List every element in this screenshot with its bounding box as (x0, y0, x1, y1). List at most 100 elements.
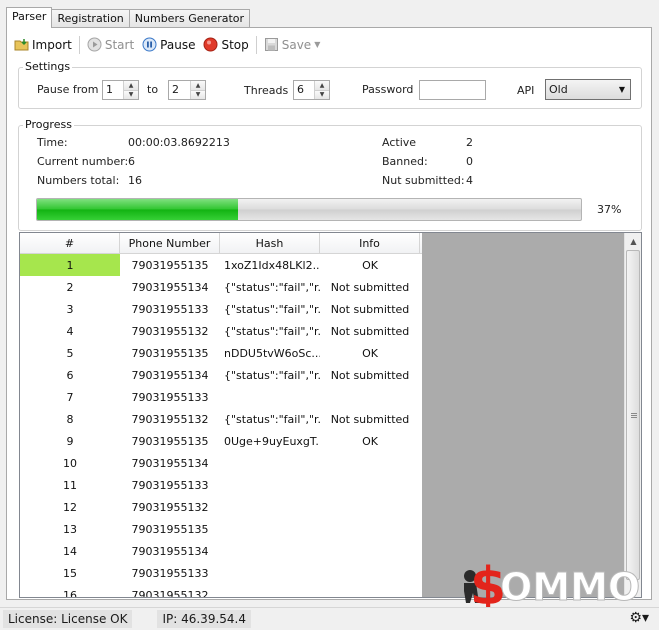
hash-cell[interactable] (220, 562, 320, 584)
info-cell[interactable] (320, 496, 420, 518)
row-index-cell[interactable]: 6 (20, 364, 120, 386)
hash-cell[interactable]: nDDU5tvW6oSc... (220, 342, 320, 364)
column-header[interactable]: Phone Number (120, 233, 220, 254)
spin-down-icon[interactable]: ▼ (124, 90, 138, 99)
phone-number-cell[interactable]: 79031955133 (120, 474, 220, 496)
table-row[interactable]: 8 79031955132 {"status":"fail","r... Not su… (20, 408, 422, 430)
phone-number-cell[interactable]: 79031955135 (120, 518, 220, 540)
table-row[interactable]: 16 79031955132 (20, 584, 422, 597)
tab-registration[interactable]: Registration (51, 9, 130, 28)
table-row[interactable]: 10 79031955134 (20, 452, 422, 474)
table-row[interactable]: 14 79031955134 (20, 540, 422, 562)
hash-cell[interactable] (220, 518, 320, 540)
column-header[interactable]: Hash (220, 233, 320, 254)
info-cell[interactable]: OK (320, 430, 420, 452)
phone-number-cell[interactable]: 79031955133 (120, 386, 220, 408)
table-row[interactable]: 5 79031955135 nDDU5tvW6oSc... OK (20, 342, 422, 364)
row-index-cell[interactable]: 14 (20, 540, 120, 562)
row-index-cell[interactable]: 3 (20, 298, 120, 320)
table-row[interactable]: 3 79031955133 {"status":"fail","r... Not su… (20, 298, 422, 320)
table-row[interactable]: 9 79031955135 0Uge+9uyEuxgT... OK (20, 430, 422, 452)
spin-up-icon[interactable]: ▲ (315, 81, 329, 91)
info-cell[interactable]: OK (320, 254, 420, 276)
hash-cell[interactable]: {"status":"fail","r... (220, 298, 320, 320)
stop-button[interactable]: Stop (199, 34, 252, 56)
info-cell[interactable] (320, 518, 420, 540)
threads-value[interactable]: 6 (294, 81, 314, 99)
table-row[interactable]: 4 79031955132 {"status":"fail","r... Not su… (20, 320, 422, 342)
hash-cell[interactable] (220, 452, 320, 474)
row-index-cell[interactable]: 13 (20, 518, 120, 540)
start-button[interactable]: Start (83, 34, 138, 56)
column-header[interactable]: Info (320, 233, 420, 254)
save-button[interactable]: Save ▼ (260, 34, 325, 56)
pause-to-spinner[interactable]: 2 ▲ ▼ (168, 80, 206, 100)
scrollbar-thumb[interactable] (626, 250, 640, 580)
row-index-cell[interactable]: 15 (20, 562, 120, 584)
pause-button[interactable]: Pause (138, 34, 199, 56)
api-select[interactable]: Old ▼ (545, 79, 631, 100)
table-row[interactable]: 1 79031955135 1xoZ1Idx48LKl2... OK (20, 254, 422, 276)
row-index-cell[interactable]: 11 (20, 474, 120, 496)
table-row[interactable]: 13 79031955135 (20, 518, 422, 540)
hash-cell[interactable]: 1xoZ1Idx48LKl2... (220, 254, 320, 276)
row-index-cell[interactable]: 5 (20, 342, 120, 364)
scroll-up-icon[interactable]: ▲ (625, 233, 641, 250)
tab-parser[interactable]: Parser (6, 7, 53, 28)
phone-number-cell[interactable]: 79031955133 (120, 298, 220, 320)
table-row[interactable]: 2 79031955134 {"status":"fail","r... Not su… (20, 276, 422, 298)
hash-cell[interactable]: {"status":"fail","r... (220, 364, 320, 386)
hash-cell[interactable] (220, 496, 320, 518)
info-cell[interactable] (320, 584, 420, 597)
phone-number-cell[interactable]: 79031955133 (120, 562, 220, 584)
phone-number-cell[interactable]: 79031955134 (120, 364, 220, 386)
phone-number-cell[interactable]: 79031955135 (120, 342, 220, 364)
phone-number-cell[interactable]: 79031955132 (120, 320, 220, 342)
row-index-cell[interactable]: 1 (20, 254, 120, 276)
hash-cell[interactable] (220, 584, 320, 597)
tab-numbers-generator[interactable]: Numbers Generator (128, 9, 251, 28)
row-index-cell[interactable]: 2 (20, 276, 120, 298)
gear-icon[interactable]: ⚙▾ (629, 610, 649, 626)
info-cell[interactable]: Not submitted (320, 364, 420, 386)
table-row[interactable]: 12 79031955132 (20, 496, 422, 518)
info-cell[interactable]: Not submitted (320, 298, 420, 320)
phone-number-cell[interactable]: 79031955132 (120, 584, 220, 597)
vertical-scrollbar[interactable]: ▲ ▼ (624, 233, 641, 597)
phone-number-cell[interactable]: 79031955135 (120, 254, 220, 276)
table-row[interactable]: 15 79031955133 (20, 562, 422, 584)
info-cell[interactable] (320, 474, 420, 496)
chevron-down-icon[interactable]: ▼ (314, 40, 320, 49)
hash-cell[interactable] (220, 540, 320, 562)
row-index-cell[interactable]: 9 (20, 430, 120, 452)
spin-up-icon[interactable]: ▲ (124, 81, 138, 91)
hash-cell[interactable]: {"status":"fail","r... (220, 320, 320, 342)
results-grid[interactable]: # Phone Number Hash Info 1 79031955135 1xoZ1I… (19, 232, 642, 598)
table-row[interactable]: 7 79031955133 (20, 386, 422, 408)
pause-to-value[interactable]: 2 (169, 81, 190, 99)
info-cell[interactable]: OK (320, 342, 420, 364)
phone-number-cell[interactable]: 79031955134 (120, 276, 220, 298)
phone-number-cell[interactable]: 79031955134 (120, 452, 220, 474)
spin-up-icon[interactable]: ▲ (191, 81, 205, 91)
spin-down-icon[interactable]: ▼ (315, 90, 329, 99)
spin-down-icon[interactable]: ▼ (191, 90, 205, 99)
hash-cell[interactable] (220, 474, 320, 496)
row-index-cell[interactable]: 8 (20, 408, 120, 430)
row-index-cell[interactable]: 16 (20, 584, 120, 597)
column-header[interactable]: # (20, 233, 120, 254)
row-index-cell[interactable]: 4 (20, 320, 120, 342)
results-table[interactable]: # Phone Number Hash Info 1 79031955135 1xoZ1I… (20, 233, 422, 597)
hash-cell[interactable]: 0Uge+9uyEuxgT... (220, 430, 320, 452)
row-index-cell[interactable]: 12 (20, 496, 120, 518)
threads-spinner[interactable]: 6 ▲ ▼ (293, 80, 330, 100)
pause-from-value[interactable]: 1 (103, 81, 123, 99)
row-index-cell[interactable]: 10 (20, 452, 120, 474)
phone-number-cell[interactable]: 79031955132 (120, 408, 220, 430)
phone-number-cell[interactable]: 79031955135 (120, 430, 220, 452)
table-row[interactable]: 11 79031955133 (20, 474, 422, 496)
info-cell[interactable] (320, 540, 420, 562)
hash-cell[interactable]: {"status":"fail","r... (220, 276, 320, 298)
import-button[interactable]: Import (10, 34, 76, 56)
phone-number-cell[interactable]: 79031955132 (120, 496, 220, 518)
